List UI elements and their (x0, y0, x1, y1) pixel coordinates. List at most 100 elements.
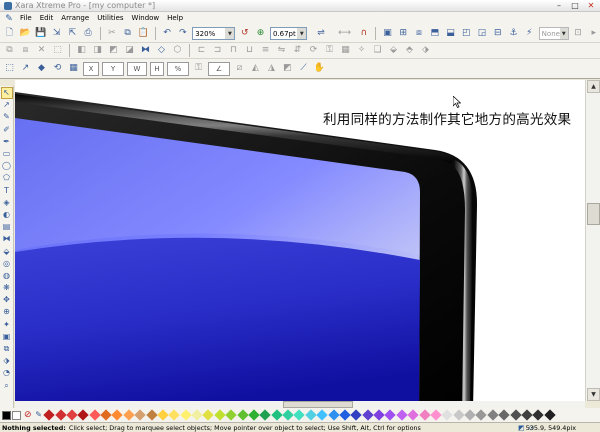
color-picker-tool-icon[interactable]: ◔ (1, 367, 13, 379)
export-icon[interactable]: ⇱ (66, 27, 79, 40)
minimize-button[interactable]: – (552, 1, 566, 11)
mould-icon[interactable]: ⬘ (403, 44, 416, 57)
align-right-icon[interactable]: ⊓ (227, 44, 240, 57)
flip-horizontal-icon[interactable]: ⇋ (275, 44, 288, 57)
align-top-icon[interactable]: ⊔ (243, 44, 256, 57)
scale-field[interactable]: % (167, 61, 189, 76)
height-field[interactable]: H (150, 61, 164, 76)
push-tool-icon[interactable]: ✥ (1, 294, 13, 306)
close-button[interactable]: ✕ (584, 1, 598, 11)
zoom-tool-icon[interactable]: ⊕ (1, 306, 13, 318)
palette-color-swatch[interactable] (339, 409, 351, 421)
document-menu-icon[interactable]: ✎ (2, 13, 16, 24)
backward-icon[interactable]: ◲ (476, 27, 489, 40)
palette-color-swatch[interactable] (77, 409, 90, 421)
mould-tool-icon[interactable]: ▤ (1, 221, 13, 233)
distribute-icon[interactable]: ≡ (259, 44, 272, 57)
effects-icon[interactable]: ✧ (355, 44, 368, 57)
align-icon[interactable]: ⊟ (491, 27, 504, 40)
menu-help[interactable]: Help (163, 12, 187, 25)
palette-color-swatch[interactable] (532, 409, 545, 421)
transparency-tool-icon[interactable]: ◐ (1, 209, 13, 221)
play-icon[interactable]: ▸ (587, 27, 600, 40)
zoom-dropdown-arrow[interactable]: ▼ (225, 28, 235, 39)
palette-color-swatch[interactable] (453, 409, 465, 421)
maximize-button[interactable]: □ (568, 1, 582, 11)
save-icon[interactable]: 💾 (35, 27, 48, 40)
palette-color-swatch[interactable] (180, 409, 192, 421)
palette-color-swatch[interactable] (202, 409, 215, 421)
shadow-icon[interactable]: ❏ (371, 44, 384, 57)
flash-icon[interactable]: ⚡ (523, 27, 536, 40)
magnifier-tool-icon[interactable]: ⌕ (1, 380, 13, 392)
feather-tool-icon[interactable]: ❋ (1, 282, 13, 294)
show-objects-icon[interactable]: ◆ (35, 62, 48, 75)
menu-edit[interactable]: Edit (36, 12, 58, 25)
palette-color-swatch[interactable] (407, 409, 419, 421)
menu-window[interactable]: Window (128, 12, 164, 25)
palette-color-swatch[interactable] (248, 409, 260, 421)
apply-icon[interactable]: ⊡ (572, 27, 585, 40)
scroll-up-icon[interactable]: ▲ (587, 80, 600, 93)
zoom-drawing-icon[interactable]: ⊕ (254, 27, 267, 40)
pen-tool-icon[interactable]: ✒ (1, 136, 13, 148)
flip-v-icon[interactable]: ◮ (265, 62, 278, 75)
palette-color-swatch[interactable] (225, 409, 237, 421)
rectangle-tool-icon[interactable]: ▭ (1, 148, 13, 160)
palette-color-swatch[interactable] (168, 409, 181, 421)
copy-icon[interactable]: ⧉ (121, 27, 134, 40)
slice-tool-icon[interactable]: ⧉ (1, 343, 13, 355)
ungroup-icon[interactable]: ⊞ (397, 27, 410, 40)
no-color-icon[interactable]: ⊘ (24, 410, 32, 420)
palette-color-swatch[interactable] (396, 409, 408, 421)
palette-color-swatch[interactable] (134, 409, 146, 421)
palette-color-swatch[interactable] (487, 409, 499, 421)
freehand-tool-icon[interactable]: ✎ (1, 111, 13, 123)
angle-field[interactable]: ∠ (208, 61, 230, 76)
palette-color-swatch[interactable] (100, 409, 112, 421)
cut-icon[interactable]: ✂ (105, 27, 118, 40)
photo-tool-icon[interactable]: ▣ (1, 331, 13, 343)
web-address-icon[interactable]: ⚓ (507, 27, 520, 40)
scale-lines-icon[interactable]: ◩ (281, 62, 294, 75)
white-swatch[interactable] (12, 410, 21, 420)
delete-icon[interactable]: ✕ (35, 44, 48, 57)
palette-color-swatch[interactable] (54, 409, 67, 421)
palette-color-swatch[interactable] (350, 409, 363, 421)
import-icon[interactable]: ⇲ (50, 27, 63, 40)
magnet-icon[interactable]: ∩ (357, 27, 370, 40)
flip-vertical-icon[interactable]: ⇵ (291, 44, 304, 57)
blend-icon[interactable]: ⧓ (139, 44, 152, 57)
palette-color-swatch[interactable] (475, 409, 488, 421)
palette-color-swatch[interactable] (236, 409, 249, 421)
send-back-icon[interactable]: ⬓ (444, 27, 457, 40)
palette-color-swatch[interactable] (259, 409, 272, 421)
menu-utilities[interactable]: Utilities (93, 12, 127, 25)
line-width-dropdown[interactable]: 0.67pt ▼ (269, 27, 308, 40)
redo-icon[interactable]: ↷ (176, 27, 189, 40)
lock-aspect-icon[interactable]: ⚿ (192, 62, 205, 75)
flip-h-icon[interactable]: ◭ (249, 62, 262, 75)
palette-color-swatch[interactable] (441, 409, 454, 421)
align-center-icon[interactable]: ⊐ (211, 44, 224, 57)
shape-editor-tool-icon[interactable]: ✐ (1, 124, 13, 136)
bring-front-icon[interactable]: ⬒ (428, 27, 441, 40)
shadow-tool-icon[interactable]: ◍ (1, 270, 13, 282)
contour-icon[interactable]: ◇ (155, 44, 168, 57)
line-style-icon[interactable]: ⇌ (310, 27, 332, 40)
new-document-icon[interactable]: 🗋 (3, 27, 16, 40)
print-icon[interactable]: ⎙ (82, 27, 95, 40)
convert-icon[interactable]: ⬡ (171, 44, 184, 57)
palette-color-swatch[interactable] (43, 409, 55, 421)
arrowhead-icon[interactable]: ⟷ (335, 27, 355, 40)
menu-file[interactable]: File (16, 12, 36, 25)
forward-icon[interactable]: ◰ (460, 27, 473, 40)
group-icon[interactable]: ▣ (381, 27, 394, 40)
palette-color-swatch[interactable] (509, 409, 522, 421)
x-position-field[interactable]: X (83, 61, 99, 76)
palette-color-swatch[interactable] (316, 409, 328, 421)
palette-color-swatch[interactable] (418, 409, 431, 421)
palette-color-swatch[interactable] (282, 409, 294, 421)
bevel-tool-icon[interactable]: ⬙ (1, 245, 13, 257)
ellipse-tool-icon[interactable]: ◯ (1, 160, 13, 172)
